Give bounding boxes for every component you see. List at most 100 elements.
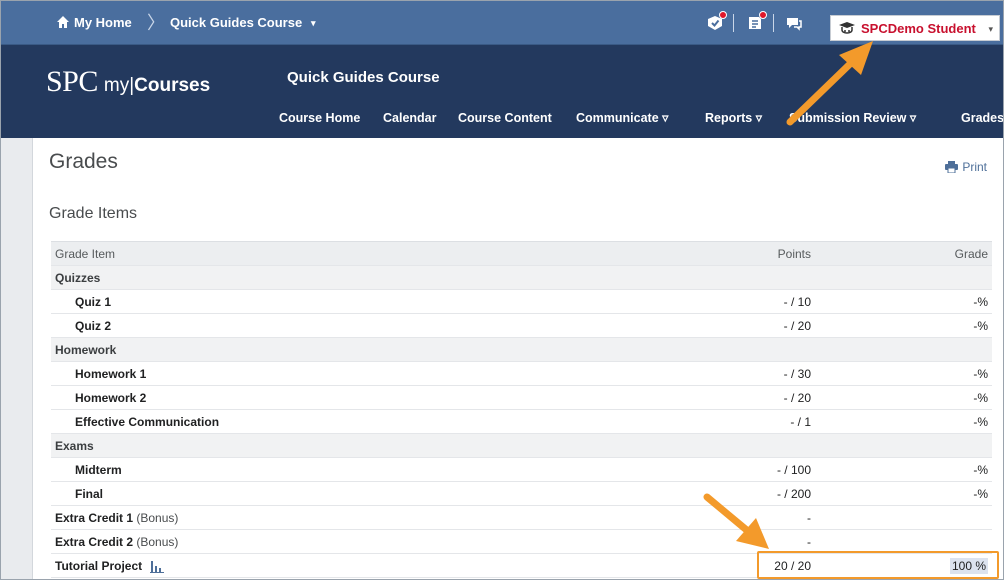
category-row: Exams (51, 434, 992, 458)
browser-frame: My Home 〉 Quick Guides Course ▾ SPCDemo … (0, 0, 1004, 580)
table-row: Midterm - / 100 -% (51, 458, 992, 482)
chevron-down-icon[interactable]: ▾ (988, 16, 993, 42)
grade-text: -% (973, 487, 988, 501)
message-alert-icon[interactable] (784, 13, 804, 33)
table-header: Grade Item Points Grade (51, 241, 992, 266)
column-header-points: Points (777, 247, 811, 261)
divider (733, 14, 734, 32)
grade-item-name: Final (75, 482, 103, 506)
nav-reports[interactable]: Reports ▿ (705, 107, 762, 129)
table-row: Quiz 2 - / 20 -% (51, 314, 992, 338)
divider (773, 14, 774, 32)
nav-calendar[interactable]: Calendar (383, 107, 437, 129)
navbar: SPC my|Courses Quick Guides Course Course… (1, 45, 1003, 138)
table-row: Extra Credit 1 (Bonus) - (51, 506, 992, 530)
nav-course-content[interactable]: Course Content (458, 107, 552, 129)
notification-dot (759, 11, 767, 19)
table-row: Extra Credit 2 (Bonus) - (51, 530, 992, 554)
bonus-label: (Bonus) (133, 511, 179, 525)
grade-item-label: Homework 2 (75, 391, 147, 405)
column-header-grade: Grade (954, 247, 988, 261)
print-label[interactable]: Print (962, 160, 987, 174)
grade-item-name: Extra Credit 1 (Bonus) (55, 506, 178, 530)
grade-item-name: Quiz 1 (75, 290, 111, 314)
logo-spc: SPC (46, 65, 98, 98)
nav-communicate[interactable]: Communicate ▿ (576, 107, 668, 129)
update-alert-icon[interactable] (745, 11, 767, 33)
grade-text: -% (973, 391, 988, 405)
grade-text: -% (973, 367, 988, 381)
user-avatar-icon (838, 20, 856, 38)
grade-value: -% (871, 362, 992, 386)
points-value: - / 30 (783, 367, 811, 381)
grade-item-name: Quiz 2 (75, 314, 111, 338)
grade-item-name: Homework (55, 338, 116, 362)
grade-item-label: Homework (55, 343, 117, 357)
grade-item-name: Extra Credit 2 (Bonus) (55, 530, 178, 554)
course-title[interactable]: Quick Guides Course (287, 69, 440, 86)
grade-item-name: Midterm (75, 458, 122, 482)
print-button[interactable]: Print (945, 160, 987, 174)
nav-course-home[interactable]: Course Home (279, 107, 360, 129)
subscription-alert-icon[interactable] (705, 11, 727, 33)
grade-text: -% (973, 415, 988, 429)
grade-item-label: Quizzes (55, 271, 101, 285)
grade-value: -% (871, 410, 992, 434)
grade-item-label: Quiz 2 (75, 319, 112, 333)
category-row: Homework (51, 338, 992, 362)
grade-value: -% (871, 458, 992, 482)
grade-value: -% (871, 482, 992, 506)
points-value: - / 1 (790, 415, 811, 429)
bonus-label: (Bonus) (133, 535, 179, 549)
grade-item-name: Homework 2 (75, 386, 146, 410)
points-value: - / 200 (776, 487, 811, 501)
minibar: My Home 〉 Quick Guides Course ▾ SPCDemo … (1, 1, 1003, 45)
grade-text: -% (973, 295, 988, 309)
grade-item-name: Tutorial Project (55, 554, 165, 578)
table-row: Homework 1 - / 30 -% (51, 362, 992, 386)
category-row: Quizzes (51, 266, 992, 290)
page-title: Grades (49, 150, 118, 173)
grade-item-name: Homework 1 (75, 362, 146, 386)
points-value: - / 100 (776, 463, 811, 477)
grades-table: Grade Item Points Grade Quizzes Quiz 1 - /… (51, 241, 992, 578)
column-header-grade-item: Grade Item (55, 247, 116, 261)
main-content: Grades Print Grade Items Grade Item Poin… (34, 138, 1003, 579)
chevron-down-icon[interactable]: ▾ (311, 1, 316, 45)
grade-item-label: Homework 1 (75, 367, 147, 381)
notification-dot (719, 11, 727, 19)
nav-grades[interactable]: Grades (961, 107, 1003, 129)
nav-submission-review[interactable]: Submission Review ▿ (789, 107, 916, 129)
home-icon[interactable] (56, 1, 72, 45)
section-title: Grade Items (49, 205, 138, 222)
my-home-link[interactable]: My Home (74, 1, 132, 45)
grade-value: -% (871, 314, 992, 338)
printer-icon (945, 161, 959, 174)
user-name[interactable]: SPCDemo Student (861, 16, 976, 42)
grade-item-label: Extra Credit 2 (55, 535, 134, 549)
grade-item-label: Extra Credit 1 (55, 511, 134, 525)
grade-item-name: Effective Communication (75, 410, 219, 434)
table-row: Tutorial Project 20 / 20 100 % (51, 554, 992, 578)
grade-item-label: Quiz 1 (75, 295, 112, 309)
user-menu[interactable]: SPCDemo Student ▾ (830, 15, 1000, 41)
logo-courses: Courses (134, 75, 211, 96)
grade-item-name: Quizzes (55, 266, 100, 290)
course-selector[interactable]: Quick Guides Course (170, 1, 302, 45)
left-gutter (1, 138, 33, 579)
points-value: - (807, 535, 811, 549)
table-row: Quiz 1 - / 10 -% (51, 290, 992, 314)
spc-mycourses-logo[interactable]: SPC my|Courses (46, 65, 210, 99)
table-row: Homework 2 - / 20 -% (51, 386, 992, 410)
statistics-icon[interactable] (150, 557, 165, 573)
points-value: - / 20 (783, 319, 811, 333)
grade-item-label: Tutorial Project (55, 559, 143, 573)
grade-value: -% (871, 386, 992, 410)
points-value: - (807, 511, 811, 525)
grade-value: -% (871, 290, 992, 314)
table-row: Final - / 200 -% (51, 482, 992, 506)
grade-text: -% (973, 319, 988, 333)
grade-text: -% (973, 463, 988, 477)
grade-item-label: Midterm (75, 463, 122, 477)
grade-item-label: Final (75, 487, 104, 501)
